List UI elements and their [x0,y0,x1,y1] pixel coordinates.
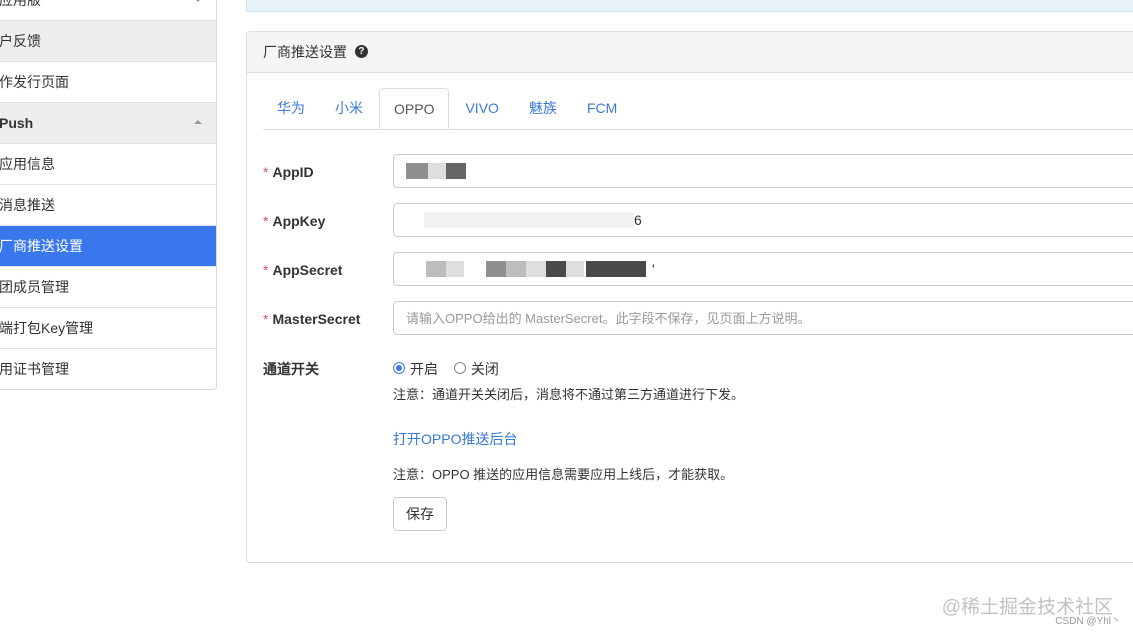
redacted-mask [428,163,446,179]
redacted-mask [506,261,526,277]
sidebar-item-app-info[interactable]: 应用信息 [0,144,216,185]
mastersecret-label-text: MasterSecret [272,311,361,327]
channel-off-label: 关闭 [470,361,499,377]
redacted-mask [426,261,446,277]
mastersecret-field[interactable] [393,301,1133,335]
channel-on-option[interactable]: 开启 [393,361,438,377]
channel-off-option[interactable]: 关闭 [453,361,499,377]
sidebar-group-push[interactable]: Push [0,103,216,144]
sidebar-item-feedback[interactable]: 户反馈 [0,21,216,62]
sidebar-item-release-page[interactable]: 作发行页面 [0,62,216,103]
tab-huawei[interactable]: 华为 [263,88,319,128]
redacted-mask [446,261,464,277]
required-mark: * [263,262,269,278]
sidebar-item-label: Push [0,115,34,131]
save-button[interactable]: 保存 [393,497,447,531]
appkey-label: * AppKey [263,213,325,229]
appsecret-label-text: AppSecret [272,262,343,278]
redacted-mask [546,261,566,277]
redacted-mask [526,261,546,277]
channel-radio-group: 开启 关闭 [393,359,499,379]
redacted-mask [566,261,584,277]
mastersecret-label: * MasterSecret [263,311,360,327]
chevron-down-icon [194,0,202,2]
redacted-mask [424,212,634,228]
sidebar-item-label: 端打包Key管理 [0,320,94,336]
required-mark: * [263,213,269,229]
sidebar-item-label: 作发行页面 [0,74,69,90]
sidebar-item-vendor-push-settings[interactable]: 厂商推送设置 [0,226,216,267]
radio-checked-icon[interactable] [393,362,405,375]
tab-vivo[interactable]: VIVO [451,88,512,128]
sidebar-item-label: 用证书管理 [0,361,69,377]
panel-header: 厂商推送设置 ? [247,32,1133,73]
channel-on-label: 开启 [410,361,438,377]
sidebar: 应用版 户反馈 作发行页面 Push 应用信息 消息推送 厂商推送设置 团成员管… [0,0,217,390]
sidebar-item-team-members[interactable]: 团成员管理 [0,267,216,308]
vendor-push-panel: 厂商推送设置 ? 华为 小米 OPPO VIVO 魅族 FCM * AppID *… [246,31,1133,563]
radio-unchecked-icon[interactable] [453,362,466,375]
appkey-label-text: AppKey [272,213,326,229]
appid-label-text: AppID [272,164,314,180]
sidebar-item-label: 应用版 [0,0,41,8]
watermark-sub: CSDN @Yhl丶 [1055,616,1121,627]
tab-oppo[interactable]: OPPO [379,88,450,129]
sidebar-item-label: 厂商推送设置 [0,238,83,254]
appkey-field[interactable] [393,203,1133,237]
help-icon[interactable]: ? [354,44,368,58]
mastersecret-input[interactable] [394,302,1133,334]
sidebar-item-certificates[interactable]: 用证书管理 [0,349,216,389]
redacted-mask [486,261,506,277]
info-banner [246,0,1133,12]
sidebar-item-message-push[interactable]: 消息推送 [0,185,216,226]
redacted-mask [586,261,646,277]
chevron-up-icon [194,120,202,124]
tab-meizu[interactable]: 魅族 [515,88,571,128]
sidebar-item-label: 应用信息 [0,156,55,172]
redacted-mask [406,163,428,179]
sidebar-item-label: 消息推送 [0,197,55,213]
panel-title: 厂商推送设置 [263,44,347,60]
channel-label: 通道开关 [263,361,319,377]
sidebar-item-app-version[interactable]: 应用版 [0,0,216,21]
required-mark: * [263,164,269,180]
sidebar-item-label: 户反馈 [0,33,41,49]
sidebar-item-package-key[interactable]: 端打包Key管理 [0,308,216,349]
appsecret-label: * AppSecret [263,262,342,278]
open-oppo-backend-link[interactable]: 打开OPPO推送后台 [393,429,517,449]
channel-note: 注意：通道开关关闭后，消息将不通过第三方通道进行下发。 [393,387,745,402]
appid-input[interactable] [394,155,1133,187]
sidebar-item-label: 团成员管理 [0,279,69,295]
appsecret-field[interactable] [393,252,1133,286]
info-note: 注意：OPPO 推送的应用信息需要应用上线后，才能获取。 [393,467,734,482]
redacted-mask [446,163,466,179]
required-mark: * [263,311,269,327]
vendor-tabs: 华为 小米 OPPO VIVO 魅族 FCM [263,88,1133,130]
tab-fcm[interactable]: FCM [573,88,631,128]
appid-label: * AppID [263,164,314,180]
tab-xiaomi[interactable]: 小米 [321,88,377,128]
appid-field[interactable] [393,154,1133,188]
